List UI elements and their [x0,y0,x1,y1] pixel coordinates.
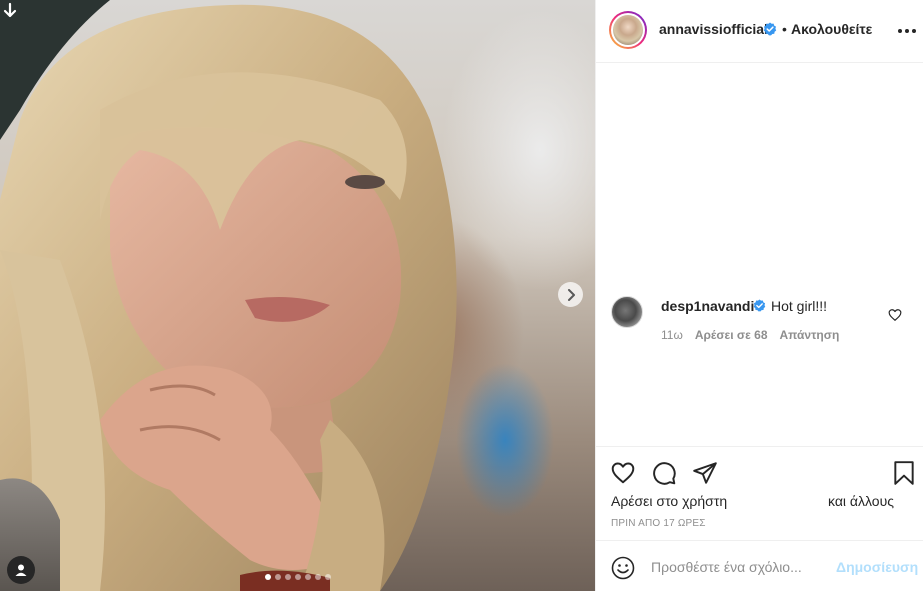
carousel-dot [315,574,321,580]
profile-avatar[interactable] [609,11,647,49]
carousel-dot [285,574,291,580]
liked-by-text[interactable]: Αρέσει στο χρήστη [611,493,727,509]
carousel-dot [305,574,311,580]
more-options-icon[interactable] [898,29,916,33]
post-header: annavissiofficial • Ακολουθείτε [596,0,923,63]
comment-likes[interactable]: Αρέσει σε 68 [695,328,768,342]
post-side-panel: annavissiofficial • Ακολουθείτε desp1nav… [595,0,923,591]
add-comment-bar: Δημοσίευση [596,540,923,591]
heart-outline-icon[interactable] [888,308,902,322]
carousel-dot [265,574,271,580]
verified-badge-icon [763,22,777,36]
verified-badge-icon [753,299,766,312]
portrait-photo [0,0,457,591]
comment-bubble-icon[interactable] [651,460,677,486]
carousel-dot [275,574,281,580]
chevron-right-icon [567,288,575,301]
next-image-button[interactable] [558,282,583,307]
paper-plane-icon[interactable] [692,460,718,486]
emoji-smile-icon[interactable] [611,556,635,580]
post-author-username[interactable]: annavissiofficial [659,21,768,37]
heart-outline-icon[interactable] [610,460,636,486]
comment-avatar[interactable] [611,296,643,328]
user-tag-icon [15,564,27,576]
post-comment-button[interactable]: Δημοσίευση [836,559,918,575]
liked-by-others[interactable]: και άλλους [828,493,894,509]
comment-username[interactable]: desp1navandi [661,298,754,314]
post-actions: Αρέσει στο χρήστη και άλλους ΠΡΙΝ ΑΠΟ 17… [596,446,923,546]
carousel-dot [325,574,331,580]
user-tag-button[interactable] [7,556,35,584]
carousel-indicator [265,574,331,580]
carousel-dot [295,574,301,580]
post-image[interactable] [0,0,595,591]
bookmark-icon[interactable] [891,460,917,486]
post-timestamp[interactable]: ΠΡΙΝ ΑΠΟ 17 ΩΡΕΣ [611,518,706,529]
comment-meta: 11ω Αρέσει σε 68 Απάντηση [661,328,839,342]
comment-item: desp1navandi Hot girl!!! 11ω Αρέσει σε 6… [611,296,911,356]
comment-input[interactable] [651,556,831,578]
download-arrow-icon[interactable] [2,2,18,20]
comment-reply-button[interactable]: Απάντηση [780,328,840,342]
following-button[interactable]: Ακολουθείτε [791,21,872,37]
comment-age[interactable]: 11ω [661,328,683,342]
comment-text: Hot girl!!! [771,298,828,314]
header-separator: • [782,21,787,37]
